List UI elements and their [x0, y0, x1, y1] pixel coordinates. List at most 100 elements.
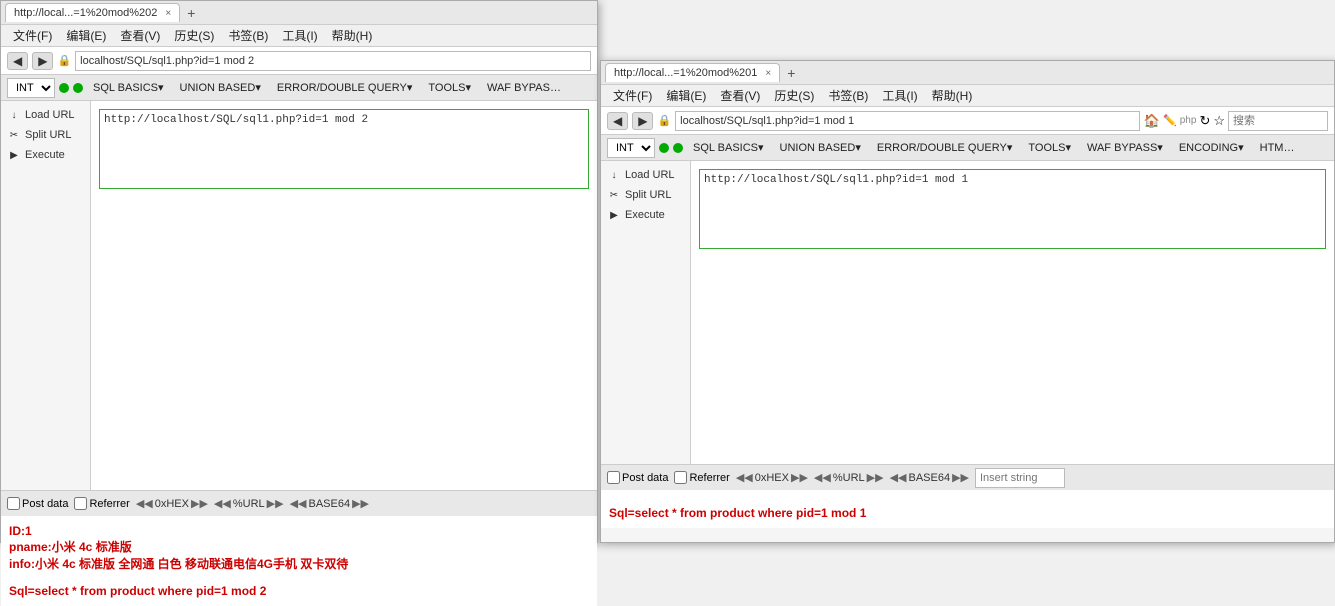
result-sql-2: Sql=select * from product where pid=1 mo… — [609, 506, 1326, 520]
address-input-2[interactable] — [675, 111, 1140, 131]
content-area-1: http://localhost/SQL/sql1.php?id=1 mod 2 — [91, 101, 597, 490]
search-input-2[interactable] — [1228, 111, 1328, 131]
referrer-group-1: Referrer — [74, 497, 129, 510]
union-based-btn-1[interactable]: UNION BASED▾ — [174, 80, 267, 95]
tab-1[interactable]: http://local...=1%20mod%202 × — [5, 3, 180, 22]
hex-encode-btn-1[interactable]: ◀◀ 0xHEX ▶▶ — [136, 497, 208, 510]
hex-encode-btn-2[interactable]: ◀◀ 0xHEX ▶▶ — [736, 471, 808, 484]
result-pname-1: pname:小米 4c 标准版 — [9, 538, 589, 555]
php-icon-2: php — [1180, 115, 1197, 126]
refresh-btn-2[interactable]: ↻ — [1199, 113, 1210, 129]
forward-btn-2[interactable]: ▶ — [632, 112, 653, 130]
menu-history-2[interactable]: 历史(S) — [768, 85, 820, 106]
content-area-2: http://localhost/SQL/sql1.php?id=1 mod 1 — [691, 161, 1334, 464]
tab-label-1: http://local...=1%20mod%202 — [14, 7, 157, 19]
url-label-2: %URL — [833, 472, 865, 484]
int-select-1[interactable]: INT — [7, 78, 55, 98]
split-url-label-2: Split URL — [625, 189, 671, 201]
arrow-left-url-1: ◀◀ — [214, 497, 231, 510]
insert-string-input-2[interactable] — [975, 468, 1065, 488]
tab-2[interactable]: http://local...=1%20mod%201 × — [605, 63, 780, 82]
post-data-checkbox-2[interactable] — [607, 471, 620, 484]
arrow-right-hex-2: ▶▶ — [791, 471, 808, 484]
tools-btn-2[interactable]: TOOLS▾ — [1022, 140, 1077, 155]
referrer-checkbox-1[interactable] — [74, 497, 87, 510]
error-double-btn-2[interactable]: ERROR/DOUBLE QUERY▾ — [871, 140, 1019, 155]
green-dot-3 — [659, 143, 669, 153]
home-icon-2[interactable]: 🏠 — [1144, 113, 1160, 129]
tools-btn-1[interactable]: TOOLS▾ — [422, 80, 477, 95]
split-url-icon-2: ✂ — [607, 188, 621, 202]
referrer-label-2: Referrer — [689, 472, 729, 484]
load-url-btn-2[interactable]: ↓ Load URL — [601, 165, 690, 185]
new-tab-btn-2[interactable]: + — [780, 62, 802, 84]
menu-edit-2[interactable]: 编辑(E) — [660, 85, 712, 106]
main-area-2: ↓ Load URL ✂ Split URL ▶ Execute http://… — [601, 161, 1334, 464]
tab-close-1[interactable]: × — [165, 8, 171, 19]
sql-basics-btn-2[interactable]: SQL BASICS▾ — [687, 140, 770, 155]
referrer-checkbox-2[interactable] — [674, 471, 687, 484]
split-url-btn-1[interactable]: ✂ Split URL — [1, 125, 90, 145]
split-url-btn-2[interactable]: ✂ Split URL — [601, 185, 690, 205]
browser-window-2: http://local...=1%20mod%201 × + 文件(F) 编辑… — [600, 60, 1335, 543]
load-url-btn-1[interactable]: ↓ Load URL — [1, 105, 90, 125]
waf-bypass-btn-2[interactable]: WAF BYPASS▾ — [1081, 140, 1169, 155]
post-data-checkbox-1[interactable] — [7, 497, 20, 510]
referrer-label-1: Referrer — [89, 498, 129, 510]
menu-bookmark-1[interactable]: 书签(B) — [222, 25, 274, 46]
execute-btn-1[interactable]: ▶ Execute — [1, 145, 90, 165]
sidebar-2: ↓ Load URL ✂ Split URL ▶ Execute — [601, 161, 691, 464]
url-label-1: %URL — [233, 498, 265, 510]
menu-bookmark-2[interactable]: 书签(B) — [822, 85, 874, 106]
load-url-icon-2: ↓ — [607, 168, 621, 182]
result-sql-1: Sql=select * from product where pid=1 mo… — [9, 584, 589, 598]
sql-basics-btn-1[interactable]: SQL BASICS▾ — [87, 80, 170, 95]
base64-encode-btn-1[interactable]: ◀◀ BASE64 ▶▶ — [290, 497, 369, 510]
base64-label-2: BASE64 — [908, 472, 950, 484]
arrow-left-hex-1: ◀◀ — [136, 497, 153, 510]
waf-bypass-btn-1[interactable]: WAF BYPAS… — [481, 81, 567, 95]
green-dot-2 — [73, 83, 83, 93]
split-url-label-1: Split URL — [25, 129, 71, 141]
star-icon-2[interactable]: ☆ — [1213, 113, 1225, 129]
new-tab-btn-1[interactable]: + — [180, 2, 202, 24]
execute-btn-2[interactable]: ▶ Execute — [601, 205, 690, 225]
url-textarea-1[interactable]: http://localhost/SQL/sql1.php?id=1 mod 2 — [99, 109, 589, 189]
result-area-1: ID:1 pname:小米 4c 标准版 info:小米 4c 标准版 全网通 … — [1, 516, 597, 606]
load-url-label-1: Load URL — [25, 109, 75, 121]
back-btn-1[interactable]: ◀ — [7, 52, 28, 70]
menu-tools-2[interactable]: 工具(I) — [876, 85, 923, 106]
menu-help-2[interactable]: 帮助(H) — [926, 85, 979, 106]
menu-file-1[interactable]: 文件(F) — [7, 25, 58, 46]
base64-label-1: BASE64 — [308, 498, 350, 510]
split-url-icon-1: ✂ — [7, 128, 21, 142]
arrow-left-hex-2: ◀◀ — [736, 471, 753, 484]
menu-tools-1[interactable]: 工具(I) — [276, 25, 323, 46]
address-input-1[interactable] — [75, 51, 591, 71]
address-bar-1: ◀ ▶ 🔒 — [1, 47, 597, 75]
encoding-btn-2[interactable]: ENCODING▾ — [1173, 140, 1250, 155]
menu-history-1[interactable]: 历史(S) — [168, 25, 220, 46]
arrow-left-b64-2: ◀◀ — [890, 471, 907, 484]
forward-btn-1[interactable]: ▶ — [32, 52, 53, 70]
url-encode-btn-1[interactable]: ◀◀ %URL ▶▶ — [214, 497, 284, 510]
sqli-toolbar-2: INT SQL BASICS▾ UNION BASED▾ ERROR/DOUBL… — [601, 135, 1334, 161]
tab-close-2[interactable]: × — [765, 68, 771, 79]
union-based-btn-2[interactable]: UNION BASED▾ — [774, 140, 867, 155]
url-encode-btn-2[interactable]: ◀◀ %URL ▶▶ — [814, 471, 884, 484]
int-select-2[interactable]: INT — [607, 138, 655, 158]
url-input-area-2: http://localhost/SQL/sql1.php?id=1 mod 1 — [691, 161, 1334, 260]
menu-view-2[interactable]: 查看(V) — [714, 85, 766, 106]
edit-icon-2[interactable]: ✏️ — [1163, 114, 1177, 127]
menu-file-2[interactable]: 文件(F) — [607, 85, 658, 106]
base64-encode-btn-2[interactable]: ◀◀ BASE64 ▶▶ — [890, 471, 969, 484]
lock-icon-1: 🔒 — [57, 54, 71, 67]
back-btn-2[interactable]: ◀ — [607, 112, 628, 130]
menu-edit-1[interactable]: 编辑(E) — [60, 25, 112, 46]
url-textarea-2[interactable]: http://localhost/SQL/sql1.php?id=1 mod 1 — [699, 169, 1326, 249]
htm-btn-2[interactable]: HTM… — [1254, 141, 1301, 155]
arrow-right-b64-2: ▶▶ — [952, 471, 969, 484]
menu-help-1[interactable]: 帮助(H) — [326, 25, 379, 46]
error-double-btn-1[interactable]: ERROR/DOUBLE QUERY▾ — [271, 80, 419, 95]
menu-view-1[interactable]: 查看(V) — [114, 25, 166, 46]
